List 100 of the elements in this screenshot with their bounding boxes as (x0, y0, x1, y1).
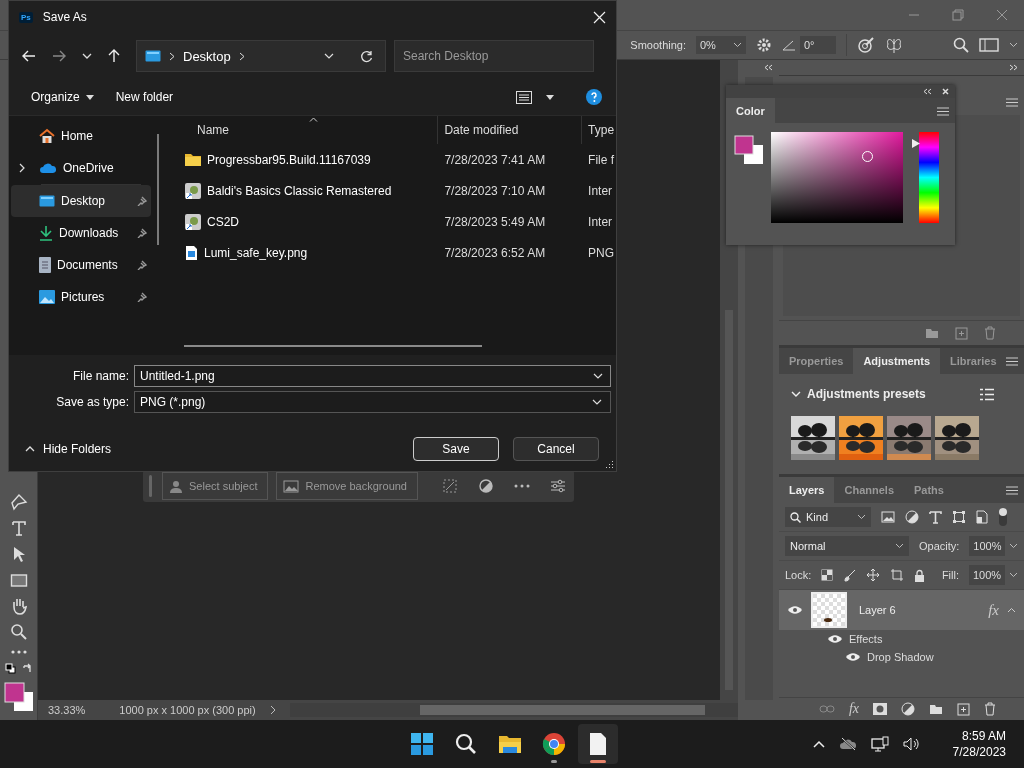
new-layer-icon[interactable] (957, 702, 970, 716)
lock-pixels-icon[interactable] (821, 569, 834, 581)
color-field[interactable] (771, 132, 903, 223)
image-filter-icon[interactable] (881, 511, 895, 523)
add-style-button[interactable]: fx (848, 701, 859, 717)
smoothing-field[interactable]: 0% (696, 36, 746, 54)
chevron-down-icon[interactable] (592, 399, 602, 405)
pressure-icon[interactable] (857, 36, 875, 54)
network-icon[interactable] (870, 736, 889, 752)
settings-icon[interactable] (756, 37, 772, 53)
new-item-icon[interactable] (955, 326, 968, 340)
column-header[interactable]: Date modified (438, 116, 583, 144)
hide-folders-button[interactable]: Hide Folders (21, 438, 116, 460)
effects-badge[interactable]: fx (988, 601, 999, 619)
effect-row[interactable]: Drop Shadow (779, 648, 1024, 666)
artboard-icon[interactable] (890, 568, 905, 582)
folder-icon[interactable] (929, 703, 943, 715)
file-name-cell[interactable]: CS2D (175, 213, 439, 230)
contextual-button[interactable]: Select subject (162, 472, 269, 500)
nav-item[interactable]: Pictures (11, 281, 151, 313)
forward-arrow-icon[interactable] (52, 50, 66, 62)
mask-icon[interactable] (873, 703, 887, 715)
move-icon[interactable] (866, 568, 881, 582)
dialog-button[interactable]: Save (413, 437, 499, 461)
show-hidden-icons[interactable] (812, 740, 825, 748)
effects-row[interactable]: Effects (779, 630, 1024, 648)
type-tool-icon[interactable] (9, 519, 28, 537)
refresh-icon[interactable] (360, 49, 373, 63)
type-filter-icon[interactable] (929, 510, 942, 524)
chevron-down-icon[interactable] (324, 53, 334, 59)
file-name-cell[interactable]: Lumi_safe_key.png (175, 244, 439, 261)
expand-chevron-icon[interactable] (19, 163, 25, 173)
horizontal-scrollbar[interactable] (289, 703, 738, 717)
default-colors-icon[interactable] (4, 663, 16, 674)
blend-mode-dropdown[interactable]: Normal (785, 536, 909, 556)
layer-row[interactable]: Layer 6 fx (779, 590, 1024, 630)
address-bar[interactable]: Desktop (136, 40, 386, 72)
panel-tab[interactable]: Layers (779, 477, 835, 503)
up-arrow-icon[interactable] (108, 49, 120, 63)
more-icon[interactable] (514, 483, 530, 489)
filter-toggle-icon[interactable] (998, 507, 1008, 527)
transform-icon[interactable] (442, 478, 458, 494)
nav-item[interactable]: Desktop (11, 185, 151, 217)
collapse-caret-icon[interactable] (1007, 607, 1016, 613)
volume-icon[interactable] (902, 737, 921, 751)
panel-menu-icon[interactable] (1006, 98, 1018, 107)
cloud-off-icon[interactable] (838, 737, 857, 751)
sliders-icon[interactable] (550, 479, 566, 493)
rectangle-tool-icon[interactable] (9, 571, 28, 589)
caret-icon[interactable] (733, 42, 742, 48)
collapse-icon[interactable] (764, 64, 773, 71)
chevron-right-icon[interactable] (169, 51, 175, 61)
search-field[interactable]: Search Desktop (394, 40, 594, 72)
back-arrow-icon[interactable] (22, 50, 36, 62)
visibility-eye-icon[interactable] (845, 652, 861, 662)
fill-field[interactable]: 100% (969, 565, 1005, 585)
folder-icon[interactable] (925, 327, 939, 339)
column-header[interactable]: Type (582, 116, 616, 144)
chevron-icon[interactable] (791, 390, 801, 398)
shape-filter-icon[interactable] (952, 510, 966, 524)
swap-colors-icon[interactable] (21, 663, 33, 674)
file-name-cell[interactable]: Progressbar95.Build.11167039 (175, 152, 439, 167)
view-options-icon[interactable] (516, 90, 532, 104)
taskbar-app[interactable] (578, 724, 618, 764)
nav-item[interactable]: Documents (11, 249, 151, 281)
resize-grip-icon[interactable] (605, 460, 614, 469)
chevron-down-icon[interactable] (593, 373, 603, 379)
layer-filter-dropdown[interactable]: Kind (785, 507, 871, 527)
pen-tool-icon[interactable] (9, 493, 28, 511)
file-type-dropdown[interactable]: PNG (*.png) (134, 391, 611, 413)
more-tools-icon[interactable] (9, 649, 28, 655)
chevron-icon[interactable] (82, 53, 92, 59)
dialog-button[interactable]: Cancel (513, 437, 599, 461)
expand-icon[interactable] (1009, 64, 1018, 71)
brush-icon[interactable] (843, 568, 857, 582)
file-name-cell[interactable]: Baldi's Basics Classic Remastered (175, 182, 439, 199)
smart-object-filter-icon[interactable] (976, 510, 988, 524)
panel-menu-icon[interactable] (937, 107, 949, 116)
color-swatches-icon[interactable] (3, 682, 34, 712)
visibility-eye-icon[interactable] (827, 634, 843, 644)
chevron-right-icon[interactable] (238, 51, 245, 61)
color-swatches-icon[interactable] (734, 135, 764, 165)
trash-icon[interactable] (984, 326, 996, 340)
nav-item[interactable]: OneDrive (11, 152, 151, 184)
lock-icon[interactable] (914, 568, 926, 582)
visibility-eye-icon[interactable] (787, 605, 803, 615)
contextual-button[interactable]: Remove background (276, 472, 418, 500)
list-view-icon[interactable] (980, 387, 994, 401)
search-icon[interactable] (953, 37, 969, 53)
nav-item[interactable]: Downloads (11, 217, 151, 249)
column-header[interactable]: Name (175, 116, 439, 144)
panel-menu-icon[interactable] (1006, 486, 1018, 495)
organize-menu[interactable]: Organize (27, 86, 98, 108)
opacity-field[interactable]: 100% (969, 536, 1006, 556)
adjustment-icon[interactable] (478, 478, 494, 494)
clock[interactable]: 8:59 AM 7/28/2023 (952, 728, 1006, 760)
nav-item[interactable]: Home (11, 120, 151, 152)
collapse-icon[interactable] (923, 88, 932, 95)
panel-tab[interactable]: Adjustments (853, 348, 941, 374)
zoom-tool-icon[interactable] (9, 623, 28, 641)
